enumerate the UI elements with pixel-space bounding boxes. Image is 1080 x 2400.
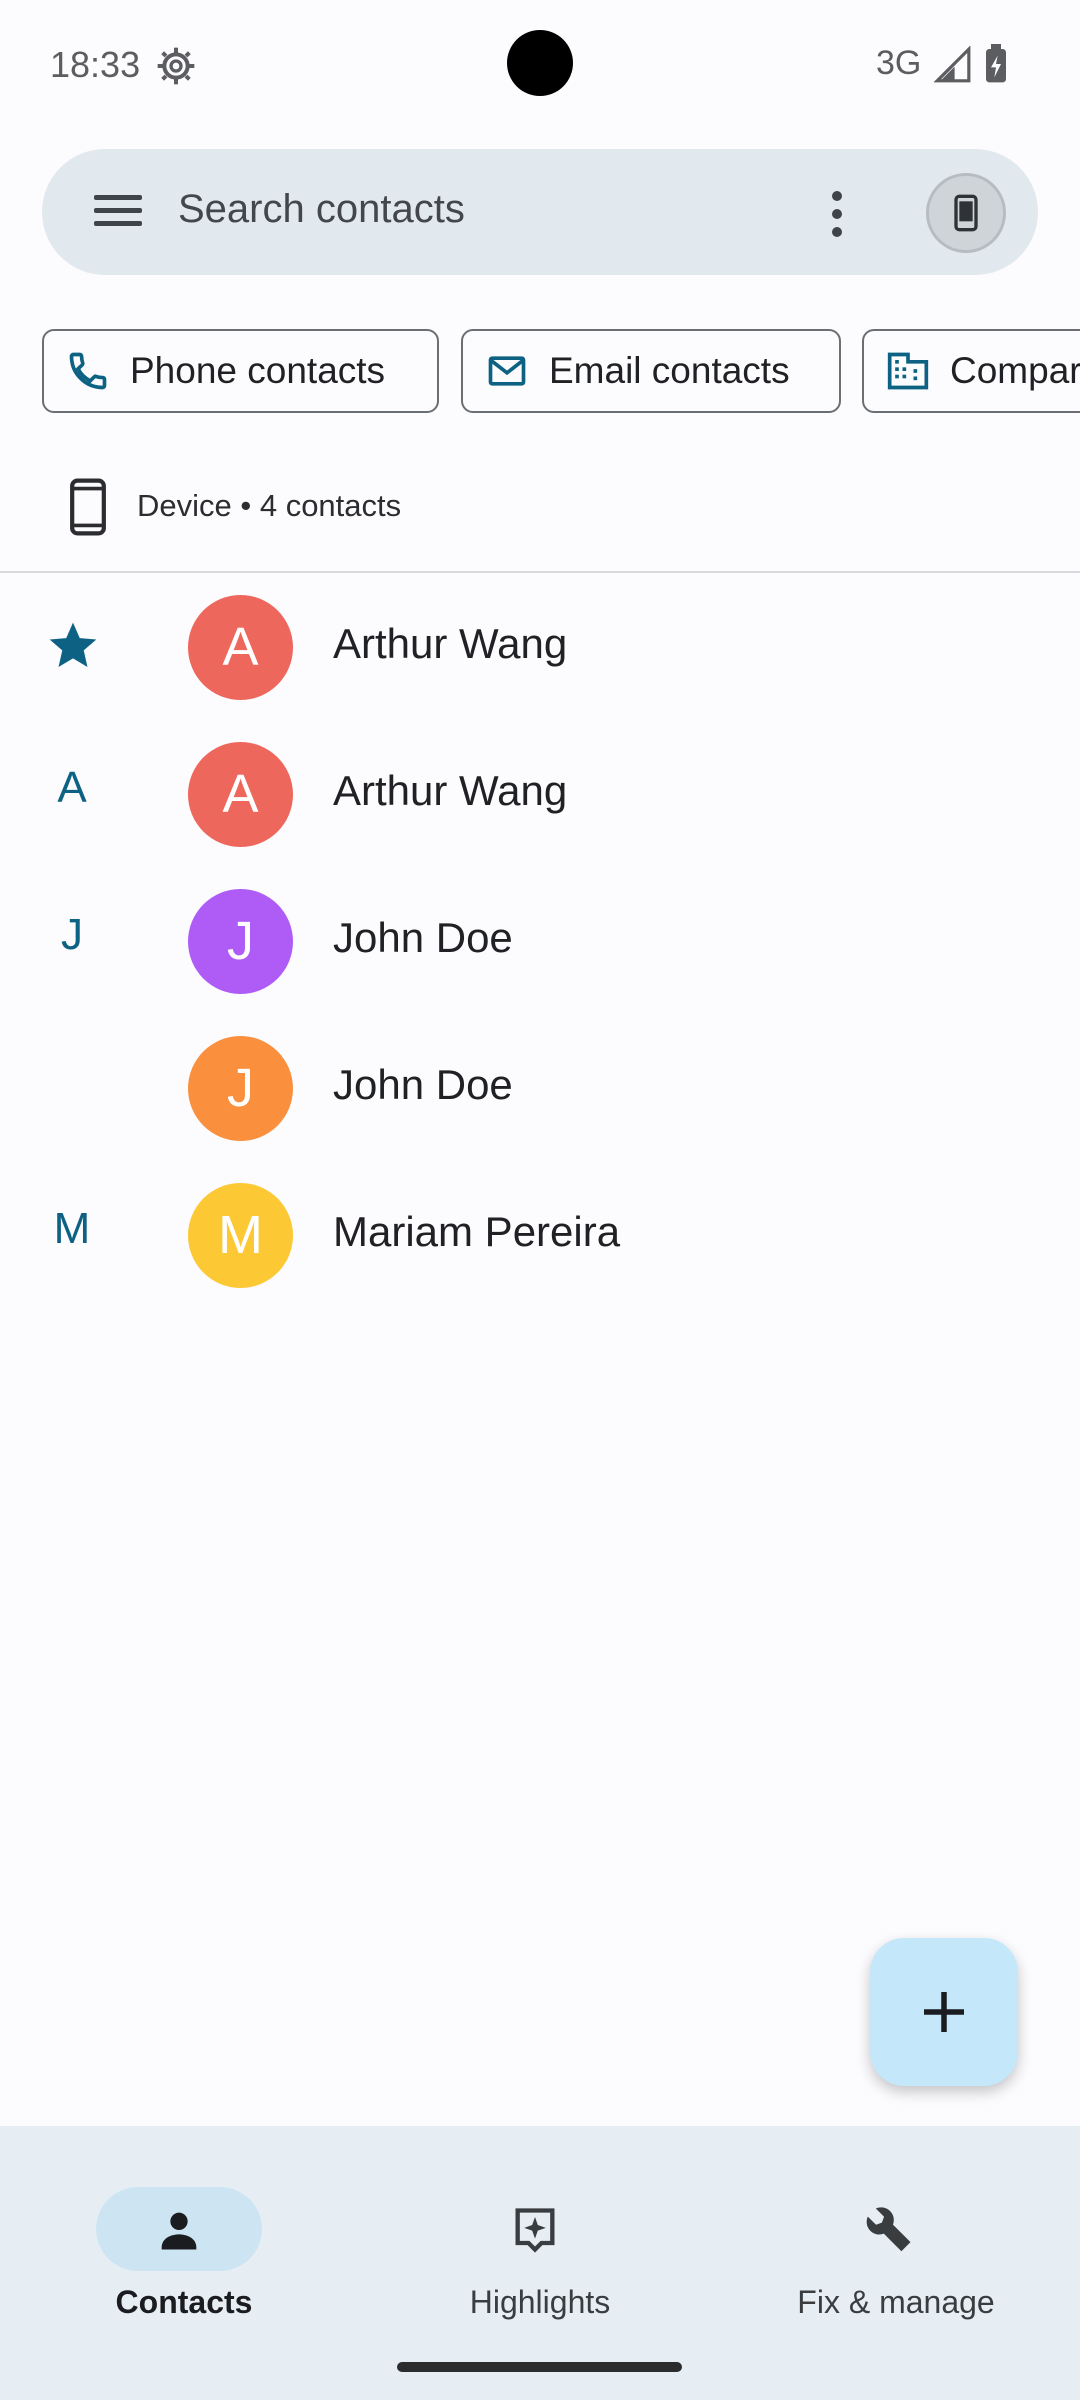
avatar: A [188,595,293,700]
account-avatar[interactable] [926,173,1006,253]
search-bar[interactable]: Search contacts [42,149,1038,275]
nav-label: Highlights [469,2284,611,2320]
contact-row[interactable]: M M Mariam Pereira [0,1162,1080,1309]
divider [0,571,1080,573]
contact-row[interactable]: J J John Doe [0,868,1080,1015]
chip-label: Phone contacts [130,350,386,391]
contact-row[interactable]: J John Doe [0,1015,1080,1162]
network-type: 3G [876,44,922,82]
account-header: Device • 4 contacts [0,460,1080,570]
settings-gear-icon [157,47,195,85]
avatar: J [188,1036,293,1141]
wrench-icon [866,2207,911,2252]
contact-row[interactable]: A Arthur Wang [0,574,1080,721]
nav-label: Fix & manage [797,2284,995,2320]
account-label: Device • 4 contacts [137,488,402,523]
person-icon [161,2212,197,2250]
signal-icon [934,46,971,83]
mail-icon [488,356,526,386]
status-time: 18:33 [50,44,141,85]
menu-icon[interactable] [90,187,146,237]
contact-name: Mariam Pereira [333,1208,621,1255]
add-contact-button[interactable] [870,1938,1018,2086]
more-vert-icon[interactable] [822,185,852,241]
home-indicator[interactable] [397,2362,682,2372]
section-letter: M [53,1204,91,1253]
avatar: J [188,889,293,994]
phone-icon [69,352,107,390]
company-icon [887,352,929,390]
chip-email-contacts[interactable]: Email contacts [461,329,841,413]
status-bar: 18:33 3G [0,0,1080,130]
contact-name: John Doe [333,1061,513,1108]
search-input[interactable]: Search contacts [178,187,465,232]
nav-fix-manage[interactable]: Fix & manage [746,2156,1046,2336]
contact-name: Arthur Wang [333,620,568,667]
highlights-icon [515,2208,555,2253]
nav-label: Contacts [115,2284,253,2320]
bottom-nav: Contacts Highlights Fix & manage [0,2126,1080,2400]
nav-contacts[interactable]: Contacts [34,2156,334,2336]
add-icon [924,1992,964,2032]
contacts-screen: 18:33 3G Search contacts Phone contacts … [0,0,1080,2400]
contact-row[interactable]: A A Arthur Wang [0,721,1080,868]
section-letter: J [61,910,83,959]
contact-name: Arthur Wang [333,767,568,814]
avatar: A [188,742,293,847]
battery-charging-icon [986,44,1006,83]
nav-highlights[interactable]: Highlights [390,2156,690,2336]
chip-label: Email contacts [549,350,790,391]
phone-device-icon [954,194,978,232]
star-icon [49,622,97,667]
contact-name: John Doe [333,914,513,961]
avatar: M [188,1183,293,1288]
smartphone-icon [70,478,106,536]
section-letter: A [57,763,87,812]
camera-cutout [507,30,573,96]
chip-company[interactable]: Compar [862,329,1080,413]
chip-phone-contacts[interactable]: Phone contacts [42,329,439,413]
chip-label: Compar [950,350,1080,391]
